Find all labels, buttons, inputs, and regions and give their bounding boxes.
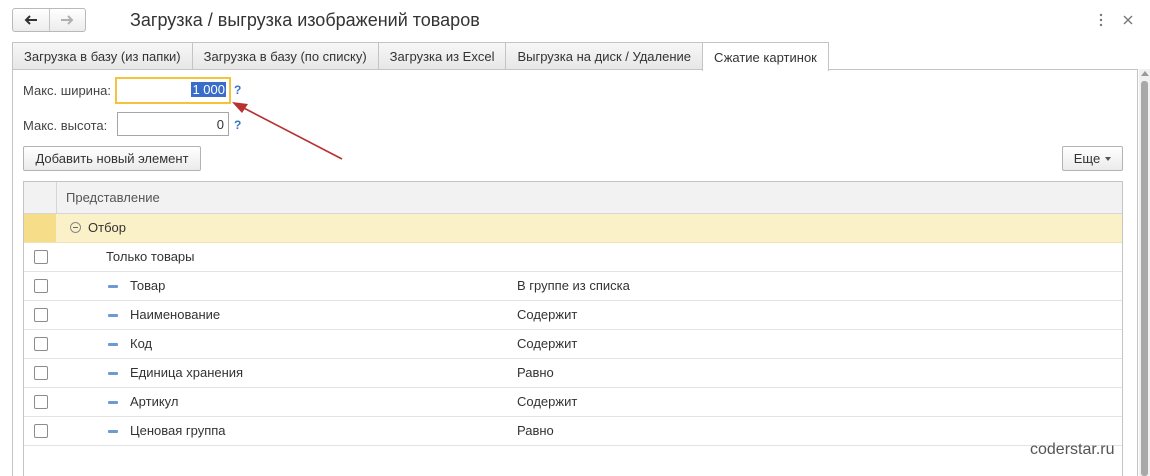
tab-upload-from-folder[interactable]: Загрузка в базу (из папки) (12, 42, 193, 70)
table-row[interactable]: Товар В группе из списка (24, 272, 1122, 301)
row-checkbox[interactable] (34, 250, 48, 264)
row-condition: В группе из списка (517, 278, 630, 293)
field-dash-icon (108, 343, 118, 346)
add-new-item-button[interactable]: Добавить новый элемент (23, 146, 201, 171)
caret-down-icon (1105, 156, 1112, 161)
tab-bar: Загрузка в базу (из папки) Загрузка в ба… (12, 42, 829, 71)
table-row[interactable]: Наименование Содержит (24, 301, 1122, 330)
field-dash-icon (108, 314, 118, 317)
grid-header: Представление (24, 182, 1122, 214)
max-height-label: Макс. высота: (23, 118, 108, 133)
group-row-filter[interactable]: Отбор (24, 214, 1122, 243)
watermark: coderstar.ru (1030, 441, 1115, 458)
table-row[interactable]: Ценовая группа Равно (24, 417, 1122, 446)
max-width-help-icon[interactable]: ? (234, 83, 241, 97)
scroll-up-icon[interactable] (1141, 71, 1149, 76)
row-checkbox[interactable] (34, 337, 48, 351)
row-label: Товар (130, 278, 166, 293)
field-dash-icon (108, 401, 118, 404)
row-checkbox[interactable] (34, 424, 48, 438)
window-header: Загрузка / выгрузка изображений товаров (0, 0, 1150, 42)
group-label: Отбор (88, 220, 126, 235)
add-new-item-label: Добавить новый элемент (35, 151, 189, 166)
max-height-value: 0 (216, 117, 224, 132)
row-label: Ценовая группа (130, 423, 226, 438)
row-condition: Содержит (517, 307, 578, 322)
tab-upload-by-list[interactable]: Загрузка в базу (по списку) (191, 42, 379, 70)
page-title: Загрузка / выгрузка изображений товаров (130, 10, 480, 30)
more-button-label: Еще (1073, 151, 1101, 166)
tab-upload-from-excel[interactable]: Загрузка из Excel (377, 42, 507, 70)
forward-button[interactable] (48, 9, 86, 31)
row-condition: Равно (517, 365, 554, 380)
more-button[interactable]: Еще (1062, 146, 1123, 171)
max-width-input[interactable]: 1 000 (115, 77, 231, 104)
close-icon[interactable] (1121, 13, 1135, 27)
row-condition: Содержит (517, 336, 578, 351)
row-label: Артикул (130, 394, 179, 409)
max-height-help-icon[interactable]: ? (234, 118, 241, 132)
group-row-marker (24, 214, 56, 242)
row-checkbox[interactable] (34, 395, 48, 409)
scroll-thumb[interactable] (1141, 81, 1148, 476)
row-condition: Равно (517, 423, 554, 438)
field-dash-icon (108, 372, 118, 375)
row-label: Единица хранения (130, 365, 244, 380)
max-width-value: 1 000 (191, 82, 226, 97)
table-row[interactable]: Единица хранения Равно (24, 359, 1122, 388)
back-button[interactable] (13, 9, 49, 31)
collapse-minus-icon[interactable] (70, 222, 81, 233)
row-checkbox[interactable] (34, 279, 48, 293)
arrow-right-icon (61, 15, 74, 25)
row-label: Наименование (130, 307, 221, 322)
field-dash-icon (108, 430, 118, 433)
row-checkbox[interactable] (34, 366, 48, 380)
column-separator (56, 182, 57, 214)
more-vertical-icon[interactable] (1096, 12, 1106, 28)
tab-export-delete[interactable]: Выгрузка на диск / Удаление (505, 42, 704, 70)
max-width-label: Макс. ширина: (23, 83, 111, 98)
row-checkbox[interactable] (34, 308, 48, 322)
max-height-input[interactable]: 0 (117, 112, 229, 136)
arrow-left-icon (24, 15, 37, 25)
vertical-scrollbar[interactable] (1139, 69, 1150, 476)
table-row[interactable]: Только товары (24, 243, 1122, 272)
filter-grid: Представление Отбор Только товары Товар … (23, 181, 1123, 476)
tab-image-compression[interactable]: Сжатие картинок (702, 42, 829, 71)
row-label: Код (130, 336, 153, 351)
navigation-buttons (12, 8, 86, 32)
field-dash-icon (108, 285, 118, 288)
row-label: Только товары (106, 249, 195, 264)
row-condition: Содержит (517, 394, 578, 409)
table-row[interactable]: Артикул Содержит (24, 388, 1122, 417)
column-header-representation[interactable]: Представление (66, 190, 160, 205)
table-row[interactable]: Код Содержит (24, 330, 1122, 359)
